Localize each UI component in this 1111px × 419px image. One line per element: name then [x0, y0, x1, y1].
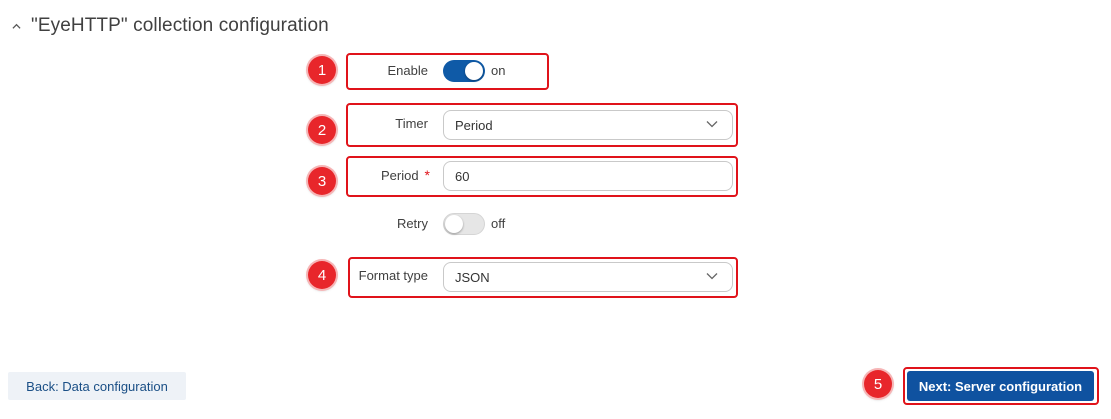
- back-button[interactable]: Back: Data configuration: [8, 372, 186, 400]
- enable-label: Enable: [387, 63, 428, 78]
- timer-select[interactable]: Period: [443, 110, 733, 140]
- toggle-knob: [465, 62, 483, 80]
- retry-label: Retry: [396, 216, 428, 231]
- enable-state-text: on: [491, 63, 506, 78]
- timer-label: Timer: [395, 116, 428, 131]
- format-type-select-value: JSON: [455, 269, 490, 285]
- format-type-select[interactable]: JSON: [443, 262, 733, 292]
- required-marker: *: [424, 167, 430, 183]
- section-header[interactable]: "EyeHTTP" collection configuration: [12, 15, 329, 37]
- period-input[interactable]: 60: [443, 161, 733, 191]
- period-label: Period *: [340, 167, 430, 183]
- period-input-value: 60: [455, 168, 470, 184]
- retry-state-text: off: [491, 216, 506, 231]
- step-badge-3: 3: [308, 167, 336, 195]
- step-badge-1: 1: [308, 56, 336, 84]
- toggle-knob: [445, 215, 463, 233]
- format-type-label: Format type: [358, 268, 428, 283]
- chevron-down-icon: [706, 273, 718, 280]
- next-button[interactable]: Next: Server configuration: [907, 371, 1094, 401]
- step-badge-4: 4: [308, 261, 336, 289]
- enable-toggle[interactable]: [443, 60, 485, 82]
- step-badge-2: 2: [308, 116, 336, 144]
- chevron-down-icon: [706, 121, 718, 128]
- chevron-up-icon[interactable]: [12, 22, 21, 31]
- section-title: "EyeHTTP" collection configuration: [31, 15, 329, 36]
- retry-toggle[interactable]: [443, 213, 485, 235]
- step-badge-5: 5: [864, 370, 892, 398]
- period-label-text: Period: [380, 168, 419, 183]
- timer-select-value: Period: [455, 117, 493, 133]
